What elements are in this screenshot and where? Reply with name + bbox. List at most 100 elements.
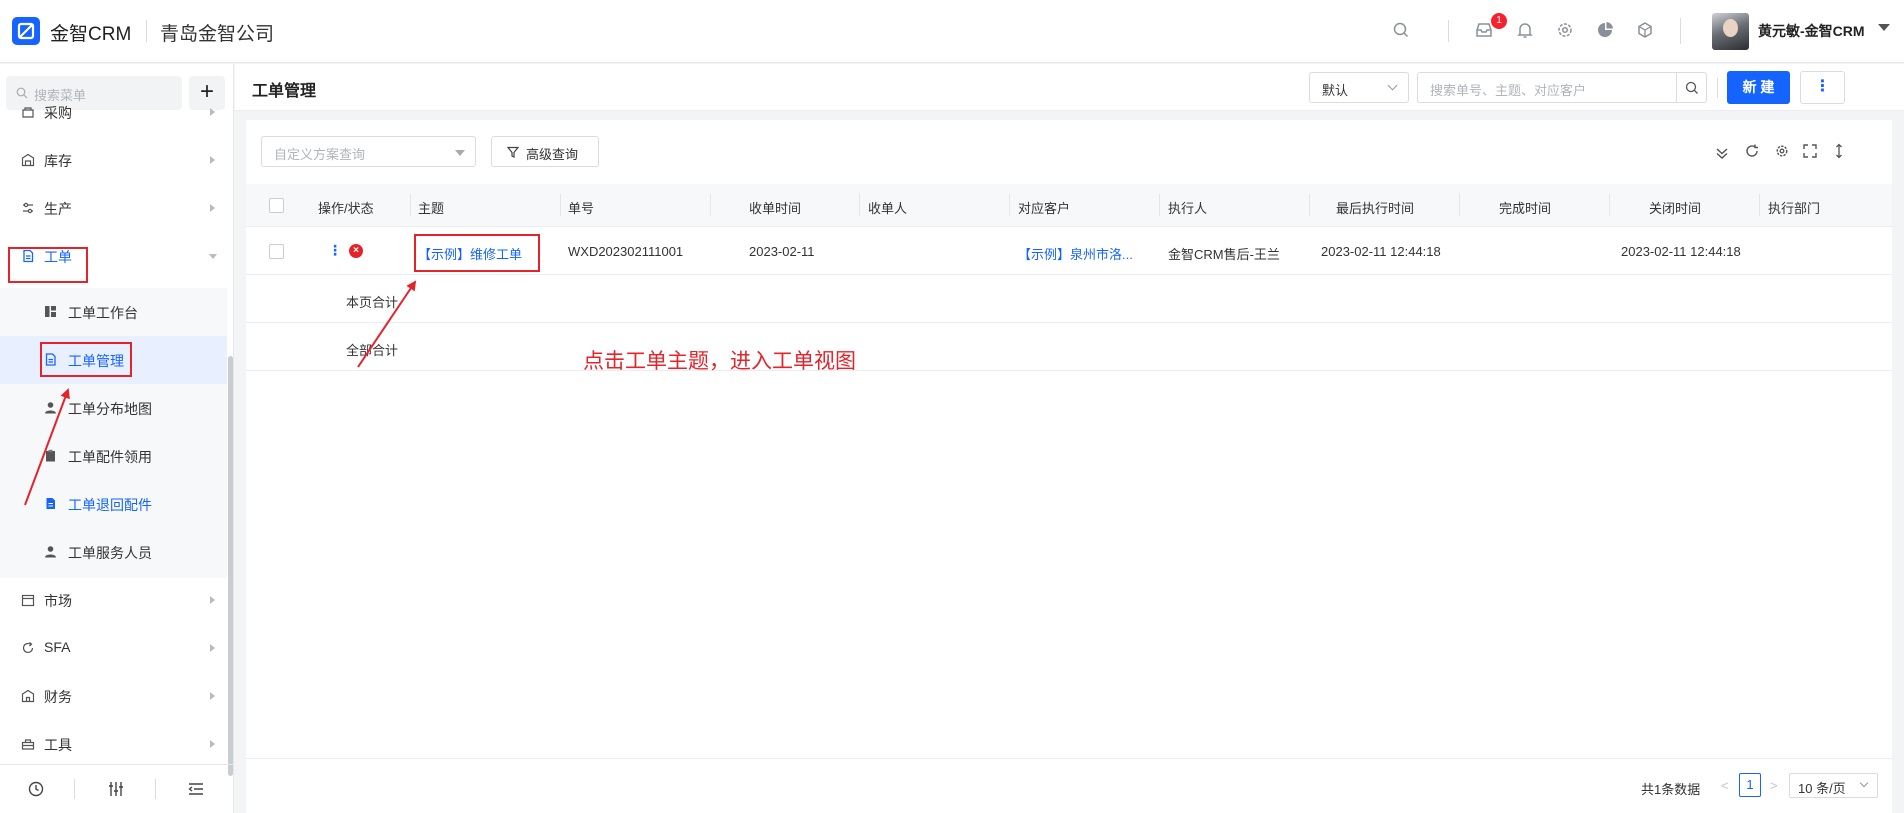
- dashboard-icon: [45, 306, 56, 317]
- sidebar-scrollbar[interactable]: [228, 356, 233, 776]
- status-closed-icon: ×: [349, 244, 363, 258]
- refresh-icon[interactable]: [1744, 143, 1760, 159]
- column-divider: [1459, 194, 1460, 216]
- app-logo-icon[interactable]: [12, 17, 40, 45]
- adjust-icon[interactable]: [106, 779, 126, 799]
- highlight-box-workorder-management: [40, 342, 132, 377]
- pagination: 共1条数据 < 1 > 10 条/页: [246, 758, 1892, 813]
- sidebar-item-label: 财务: [44, 689, 72, 705]
- column-header-close-time[interactable]: 关闭时间: [1649, 198, 1701, 217]
- column-header-received-time[interactable]: 收单时间: [749, 198, 801, 217]
- total-count: 共1条数据: [1641, 782, 1701, 797]
- expand-rows-icon[interactable]: [1714, 145, 1730, 161]
- row-checkbox[interactable]: [269, 244, 284, 259]
- table-header: 操作/状态 主题 单号 收单时间 收单人 对应客户 执行人 最后执行时间 完成时…: [246, 184, 1892, 227]
- close-time-cell: 2023-02-11 12:44:18: [1621, 244, 1741, 259]
- sidebar-subitem-service-staff[interactable]: 工单服务人员: [0, 528, 227, 576]
- user-name[interactable]: 黄元敏-金智CRM: [1758, 21, 1865, 41]
- company-name[interactable]: 青岛金智公司: [160, 19, 274, 46]
- custom-scheme-select[interactable]: 自定义方案查询: [261, 136, 476, 167]
- column-header-customer[interactable]: 对应客户: [1018, 198, 1070, 217]
- sidebar-item-purchase[interactable]: 采购: [0, 96, 227, 136]
- divider: [1680, 18, 1681, 44]
- page-size-select[interactable]: 10 条/页: [1789, 773, 1878, 798]
- chevron-right-icon: [210, 108, 215, 116]
- filter-icon: [507, 146, 519, 158]
- sidebar-item-label: 生产: [44, 201, 72, 217]
- next-page-icon[interactable]: >: [1770, 778, 1778, 793]
- column-header-last-exec-time[interactable]: 最后执行时间: [1336, 198, 1414, 217]
- customer-link[interactable]: 【示例】泉州市洛...: [1018, 244, 1133, 263]
- fullscreen-icon[interactable]: [1802, 143, 1818, 159]
- new-button[interactable]: 新 建: [1727, 71, 1790, 104]
- search-icon[interactable]: [1391, 20, 1411, 40]
- column-header-receiver[interactable]: 收单人: [868, 198, 907, 217]
- page-size-value: 10 条/页: [1798, 781, 1846, 796]
- page-total-row: 本页合计: [246, 276, 1892, 323]
- column-header-done-time[interactable]: 完成时间: [1499, 198, 1551, 217]
- sidebar-item-sfa[interactable]: SFA: [0, 624, 227, 672]
- sidebar-item-finance[interactable]: 财务: [0, 672, 227, 720]
- sidebar-item-tools[interactable]: 工具: [0, 720, 227, 764]
- column-header-dept[interactable]: 执行部门: [1768, 198, 1820, 217]
- column-divider: [410, 194, 411, 216]
- row-height-icon[interactable]: [1831, 143, 1847, 159]
- column-header-executor[interactable]: 执行人: [1168, 198, 1207, 217]
- advanced-query-button[interactable]: 高级查询: [491, 136, 599, 167]
- column-divider: [1609, 194, 1610, 216]
- clipboard-icon: [46, 449, 55, 462]
- prev-page-icon[interactable]: <: [1721, 778, 1729, 793]
- user-menu-caret-icon[interactable]: [1878, 24, 1890, 31]
- sidebar-subitem-label: 工单分布地图: [68, 401, 152, 417]
- chevron-right-icon: [210, 692, 215, 700]
- column-divider: [1009, 194, 1010, 216]
- caret-down-icon: [455, 150, 465, 156]
- sidebar-item-inventory[interactable]: 库存: [0, 136, 227, 184]
- view-select[interactable]: 默认: [1309, 72, 1409, 103]
- column-settings-icon[interactable]: [1774, 143, 1790, 159]
- page-1-button[interactable]: 1: [1739, 773, 1761, 797]
- bell-icon[interactable]: [1515, 20, 1535, 40]
- chevron-right-icon: [210, 644, 215, 652]
- all-total-label: 全部合计: [346, 343, 399, 358]
- cycle-icon: [22, 642, 34, 654]
- pie-chart-icon[interactable]: [1595, 20, 1615, 40]
- executor-cell: 金智CRM售后-王兰: [1168, 247, 1280, 262]
- person-icon: [45, 546, 56, 558]
- settings-icon[interactable]: [1555, 20, 1575, 40]
- column-header-number[interactable]: 单号: [568, 198, 594, 217]
- record-search-placeholder: 搜索单号、主题、对应客户: [1430, 83, 1587, 98]
- toolbox-icon: [21, 739, 35, 750]
- bank-icon: [21, 689, 35, 703]
- sidebar-subitem-label: 工单工作台: [68, 305, 138, 321]
- column-divider: [1159, 194, 1160, 216]
- search-button[interactable]: [1676, 72, 1707, 103]
- highlight-box-subject: [414, 234, 540, 272]
- notification-badge: 1: [1491, 13, 1507, 29]
- row-actions-icon[interactable]: ⋮: [328, 242, 342, 259]
- sidebar-subitem-parts-return[interactable]: 工单退回配件: [0, 480, 227, 528]
- custom-scheme-placeholder: 自定义方案查询: [274, 147, 366, 162]
- record-search-input[interactable]: 搜索单号、主题、对应客户: [1417, 72, 1677, 103]
- select-all-checkbox[interactable]: [269, 198, 284, 213]
- user-avatar[interactable]: [1712, 13, 1749, 50]
- collapse-menu-icon[interactable]: [186, 779, 206, 799]
- sidebar-subitem-distribution-map[interactable]: 工单分布地图: [0, 384, 227, 432]
- sidebar-item-production[interactable]: 生产: [0, 184, 227, 232]
- sidebar-item-market[interactable]: 市场: [0, 576, 227, 624]
- column-header-subject[interactable]: 主题: [418, 198, 444, 217]
- sidebar-footer: [0, 764, 234, 813]
- warehouse-icon: [21, 153, 35, 167]
- all-total-row: 全部合计: [246, 324, 1892, 371]
- cube-icon[interactable]: [1635, 20, 1655, 40]
- received-time-cell: 2023-02-11: [749, 244, 815, 259]
- sidebar-item-label: 工具: [44, 737, 72, 753]
- history-icon[interactable]: [26, 779, 46, 799]
- column-header-action-status: 操作/状态: [318, 201, 374, 216]
- main-panel: 自定义方案查询 高级查询 操作/状态 主题 单号 收单时间 收单人 对应客户 执…: [246, 120, 1892, 813]
- sidebar-subitem-parts-request[interactable]: 工单配件领用: [0, 432, 227, 480]
- view-select-value: 默认: [1322, 83, 1349, 98]
- sidebar-item-label: 市场: [44, 593, 72, 609]
- more-actions-button[interactable]: ⋮: [1800, 71, 1845, 104]
- sidebar-subitem-workbench[interactable]: 工单工作台: [0, 288, 227, 336]
